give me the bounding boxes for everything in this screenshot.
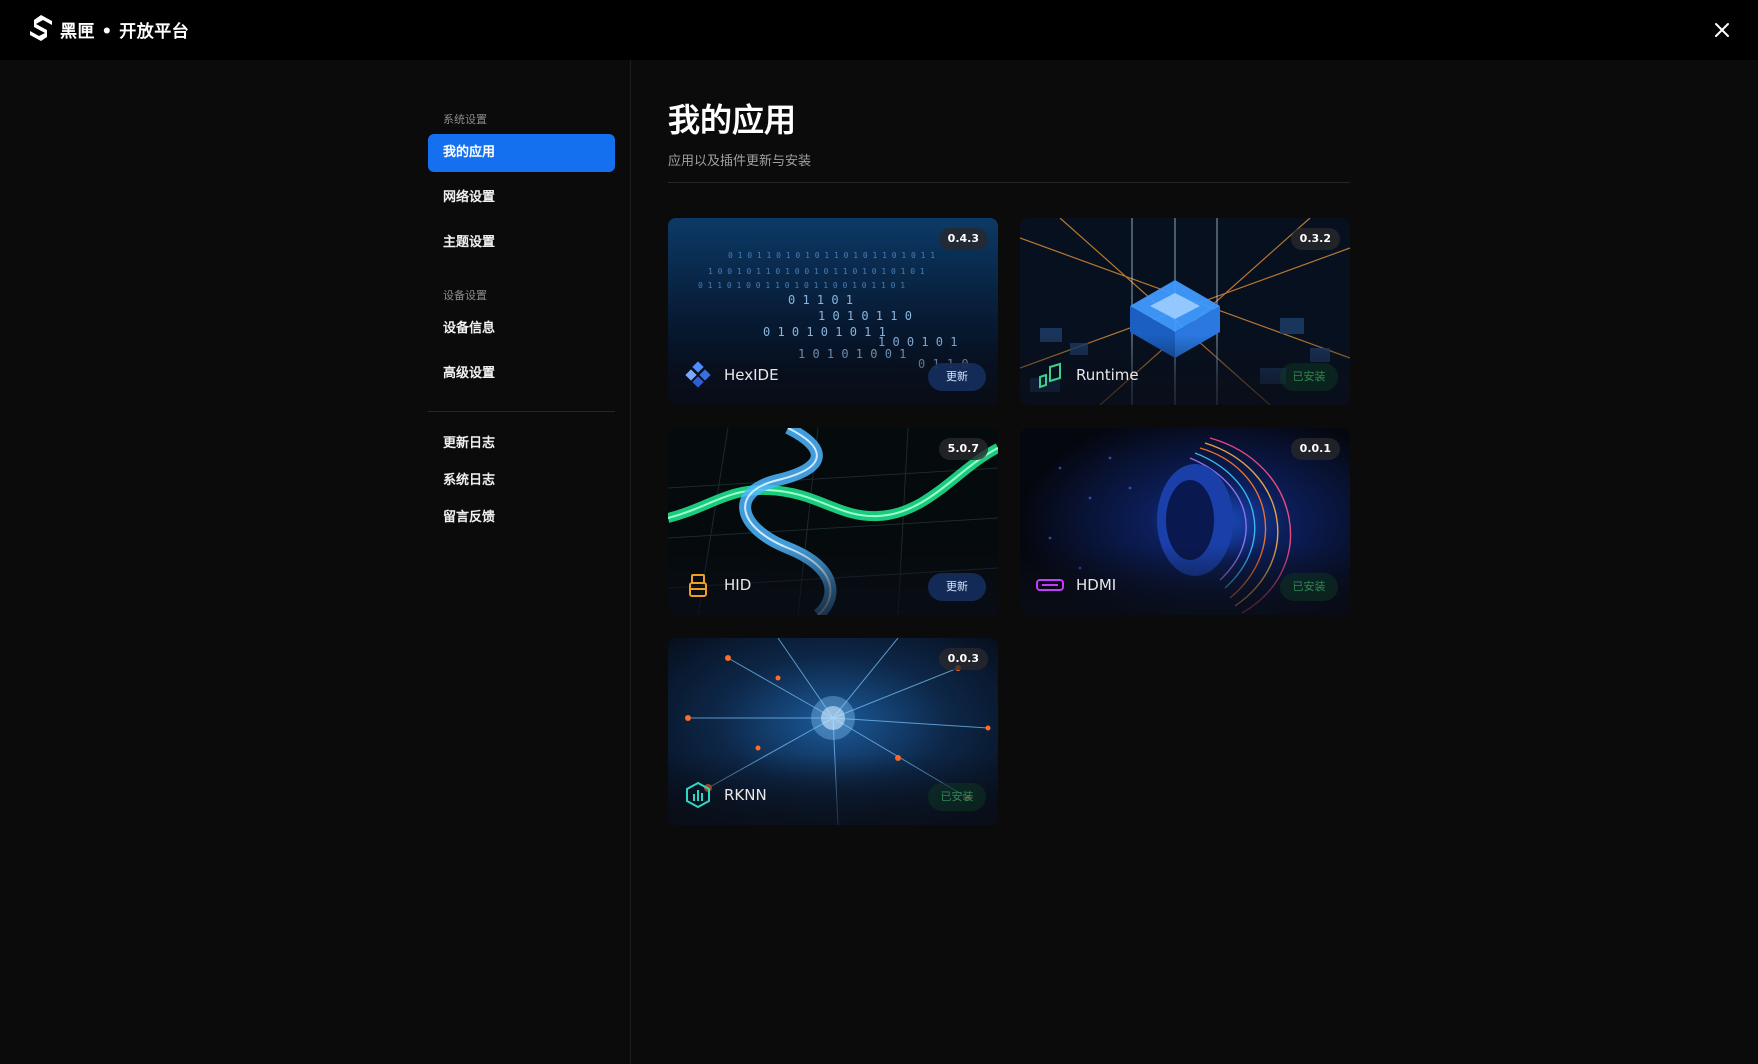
app-card-hdmi[interactable]: 0.0.1 HDMI 已安装: [1020, 428, 1350, 615]
sidebar-section-system: 系统设置: [443, 113, 487, 126]
app-card-runtime[interactable]: 0.3.2 Runtime 已安装: [1020, 218, 1350, 405]
app-card-hexide[interactable]: 0 1 1 0 1 1 0 1 0 1 1 0 0 1 0 1 0 1 0 1 …: [668, 218, 998, 405]
app-card-hid[interactable]: 5.0.7 HID 更新: [668, 428, 998, 615]
app-card-rknn[interactable]: 0.0.3 RKNN 已安装: [668, 638, 998, 825]
sidebar-item-network[interactable]: 网络设置: [428, 179, 615, 217]
sidebar-item-device-info[interactable]: 设备信息: [428, 310, 615, 348]
page-header: 我的应用 应用以及插件更新与安装: [668, 96, 1350, 183]
sidebar-section-device: 设备设置: [443, 289, 487, 302]
installed-badge[interactable]: 已安装: [1280, 573, 1338, 601]
app-title: 黑匣 • 开放平台: [60, 21, 190, 42]
app-name: HID: [724, 576, 752, 594]
update-button[interactable]: 更新: [928, 573, 986, 601]
close-button[interactable]: [1708, 16, 1736, 44]
svg-text:1 0 1 0 1 1 0: 1 0 1 0 1 1 0: [818, 309, 912, 323]
sidebar: 系统设置 我的应用 网络设置 主题设置 设备设置 设备信息 高级设置 更新日志 …: [428, 112, 615, 534]
runtime-icon: [1039, 362, 1061, 389]
svg-text:1 0 0 1 0 1 1 0 1 0 0 1 0 1 1: 1 0 0 1 0 1 1 0 1 0 0 1 0 1 1 0 1 0 1 0 …: [708, 267, 925, 276]
installed-badge[interactable]: 已安装: [928, 783, 986, 811]
app-name: HexIDE: [724, 366, 779, 384]
svg-text:0 1 1 0 1: 0 1 1 0 1: [788, 293, 853, 307]
sidebar-item-changelog[interactable]: 更新日志: [428, 428, 615, 460]
sidebar-item-system-log[interactable]: 系统日志: [428, 465, 615, 497]
page-title: 我的应用: [668, 101, 797, 139]
app-name: HDMI: [1076, 576, 1117, 594]
usb-icon: [689, 574, 707, 597]
header-divider: [668, 182, 1350, 183]
app-grid: 0 1 1 0 1 1 0 1 0 1 1 0 0 1 0 1 0 1 0 1 …: [668, 218, 1350, 828]
version-badge: 5.0.7: [938, 438, 988, 460]
logo-icon: [30, 15, 52, 41]
page-subtitle: 应用以及插件更新与安装: [668, 154, 812, 169]
version-badge: 0.0.1: [1290, 438, 1340, 460]
sidebar-item-my-apps[interactable]: 我的应用: [428, 134, 615, 172]
rknn-icon: [686, 781, 710, 809]
title-bar: 黑匣 • 开放平台: [0, 0, 1758, 60]
installed-badge[interactable]: 已安装: [1280, 363, 1338, 391]
update-button[interactable]: 更新: [928, 363, 986, 391]
sidebar-item-advanced[interactable]: 高级设置: [428, 355, 615, 393]
hexide-icon: [685, 361, 711, 388]
version-badge: 0.0.3: [938, 648, 988, 670]
sidebar-item-feedback[interactable]: 留言反馈: [428, 502, 615, 534]
app-name: Runtime: [1076, 366, 1139, 384]
version-badge: 0.3.2: [1290, 228, 1340, 250]
main-area: 系统设置 我的应用 网络设置 主题设置 设备设置 设备信息 高级设置 更新日志 …: [0, 60, 1758, 1064]
svg-text:0 1 1 0 1 0 0 1 1 0 1 0 1 1 0: 0 1 1 0 1 0 0 1 1 0 1 0 1 1 0 0 1 0 1 1 …: [698, 281, 905, 290]
version-badge: 0.4.3: [938, 228, 988, 250]
hdmi-icon: [1036, 579, 1064, 591]
vertical-divider: [630, 60, 631, 1064]
sidebar-item-theme[interactable]: 主题设置: [428, 224, 615, 262]
svg-text:0 1 0 1 1 0 1 0 1 0 1 1 0 1 0: 0 1 0 1 1 0 1 0 1 0 1 1 0 1 0 1 1 0 1 0 …: [728, 251, 935, 260]
app-name: RKNN: [724, 786, 767, 804]
close-icon: [1715, 23, 1729, 37]
brand: 黑匣 • 开放平台: [28, 14, 189, 44]
